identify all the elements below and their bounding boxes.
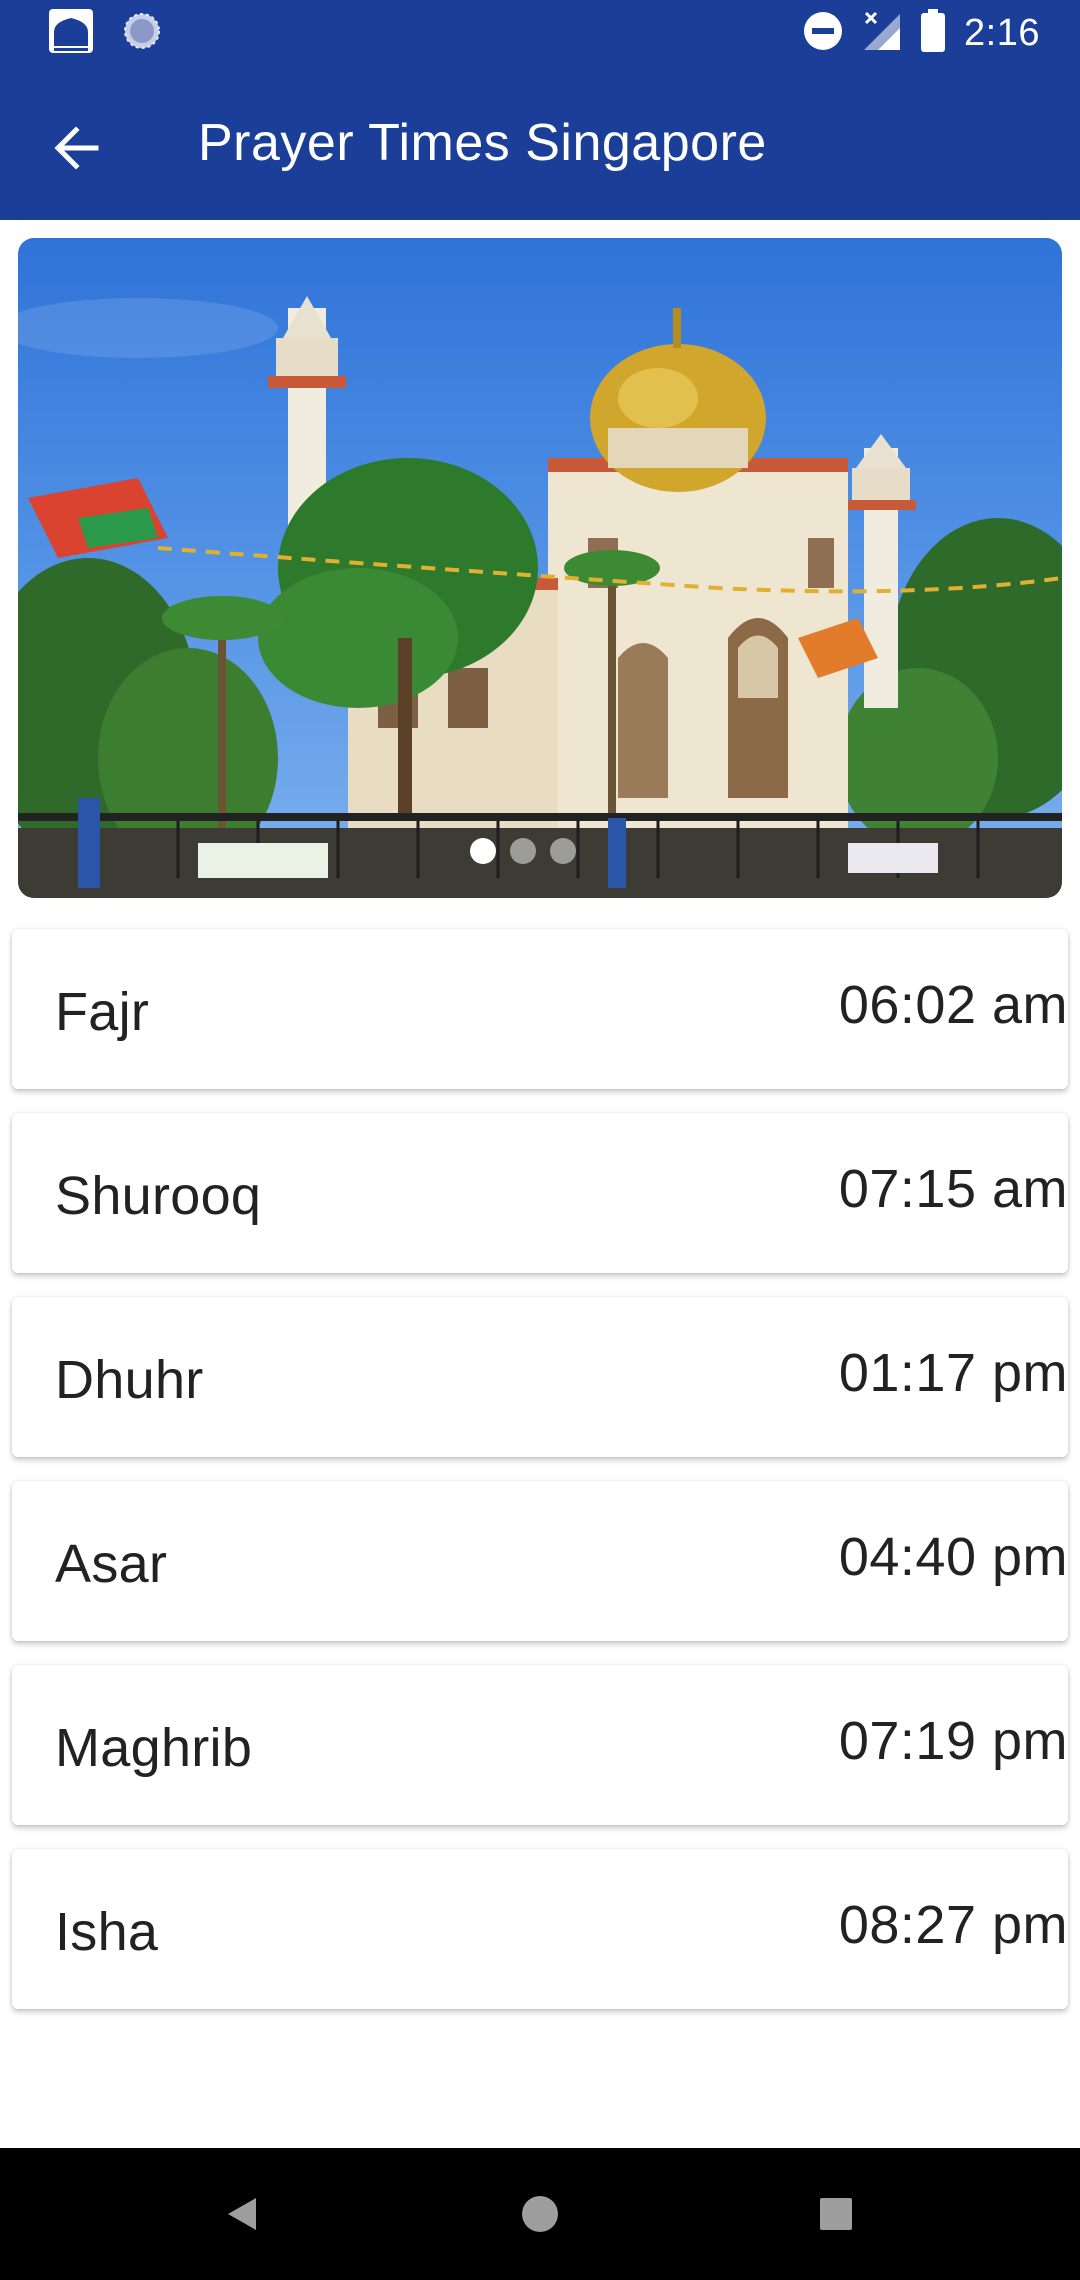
- back-button[interactable]: [36, 108, 116, 188]
- prayer-time: 04:40 pm: [838, 1527, 1068, 1587]
- nav-back-button[interactable]: [182, 2148, 302, 2280]
- banner-carousel[interactable]: [18, 238, 1062, 898]
- prayer-time: 08:27 pm: [838, 1895, 1068, 1955]
- status-time: 2:16: [964, 11, 1040, 54]
- prayer-time: 06:02 am: [838, 975, 1068, 1035]
- prayer-row-dhuhr[interactable]: Dhuhr 01:17 pm: [12, 1297, 1068, 1457]
- status-left: [48, 8, 162, 59]
- prayer-time: 07:19 pm: [838, 1711, 1068, 1771]
- carousel-dot-1[interactable]: [470, 838, 496, 864]
- carousel-indicator: [470, 838, 576, 864]
- back-triangle-icon: [228, 2198, 256, 2230]
- prayer-time: 01:17 pm: [838, 1343, 1068, 1403]
- carousel-dot-3[interactable]: [550, 838, 576, 864]
- no-signal-icon: [862, 10, 902, 57]
- mosque-photo: [18, 296, 1062, 898]
- home-circle-icon: [522, 2196, 558, 2232]
- prayer-row-isha[interactable]: Isha 08:27 pm: [12, 1849, 1068, 2009]
- sync-icon: [122, 11, 162, 56]
- arrow-back-icon: [54, 126, 99, 170]
- prayer-row-fajr[interactable]: Fajr 06:02 am: [12, 929, 1068, 1089]
- battery-icon: [920, 8, 946, 58]
- prayer-row-asar[interactable]: Asar 04:40 pm: [12, 1481, 1068, 1641]
- nav-recents-button[interactable]: [776, 2148, 896, 2280]
- status-right: 2:16: [802, 8, 1040, 58]
- prayer-name: Asar: [55, 1534, 168, 1594]
- recents-square-icon: [820, 2198, 852, 2230]
- screen: 2:16 Prayer Times Singapore Fajr 06:02 a…: [0, 0, 1080, 2280]
- prayer-name: Shurooq: [55, 1166, 262, 1226]
- status-bar: 2:16: [0, 0, 1080, 66]
- nav-home-button[interactable]: [480, 2148, 600, 2280]
- app-bar: Prayer Times Singapore: [0, 66, 1080, 220]
- page-title: Prayer Times Singapore: [198, 114, 767, 172]
- prayer-time: 07:15 am: [838, 1159, 1068, 1219]
- prayer-name: Dhuhr: [55, 1350, 204, 1410]
- navigation-bar: [0, 2148, 1080, 2280]
- carousel-dot-2[interactable]: [510, 838, 536, 864]
- prayer-name: Maghrib: [55, 1718, 253, 1778]
- prayer-name: Fajr: [55, 982, 150, 1042]
- do-not-disturb-icon: [802, 10, 844, 57]
- mosque-app-icon: [48, 8, 94, 59]
- prayer-name: Isha: [55, 1902, 159, 1962]
- prayer-row-shurooq[interactable]: Shurooq 07:15 am: [12, 1113, 1068, 1273]
- prayer-row-maghrib[interactable]: Maghrib 07:19 pm: [12, 1665, 1068, 1825]
